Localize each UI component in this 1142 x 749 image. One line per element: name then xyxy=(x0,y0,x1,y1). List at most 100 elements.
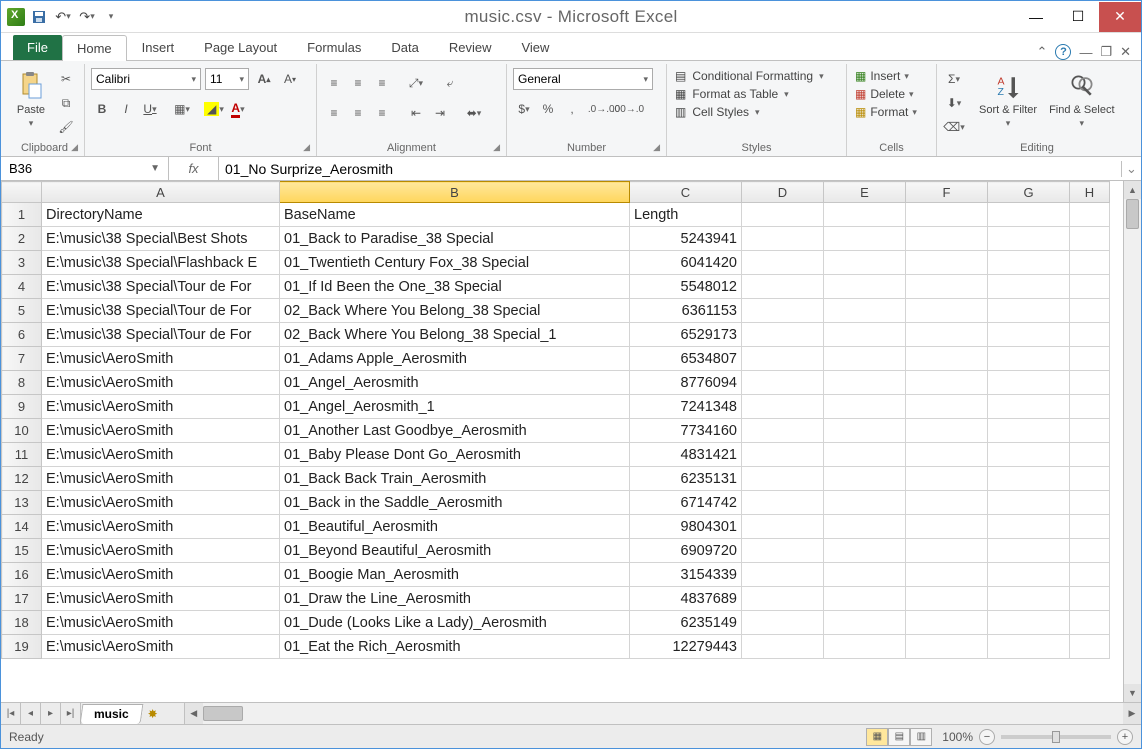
cell[interactable]: 01_Adams Apple_Aerosmith xyxy=(280,347,630,371)
cell[interactable] xyxy=(988,251,1070,275)
cell[interactable] xyxy=(742,251,824,275)
ribbon-tab-page-layout[interactable]: Page Layout xyxy=(189,34,292,60)
row-header[interactable]: 9 xyxy=(2,395,42,419)
close-button[interactable]: ✕ xyxy=(1099,2,1141,32)
cell[interactable] xyxy=(988,395,1070,419)
namebox-dropdown-icon[interactable]: ▼ xyxy=(150,163,160,174)
scroll-up-button[interactable]: ▲ xyxy=(1124,181,1141,199)
cell[interactable] xyxy=(906,515,988,539)
cell[interactable]: 4831421 xyxy=(630,443,742,467)
cell[interactable] xyxy=(824,419,906,443)
cell[interactable] xyxy=(1070,563,1110,587)
cell[interactable] xyxy=(988,347,1070,371)
align-top-button[interactable]: ≡ xyxy=(323,72,345,94)
ribbon-tab-review[interactable]: Review xyxy=(434,34,507,60)
row-header[interactable]: 17 xyxy=(2,587,42,611)
cell[interactable] xyxy=(742,299,824,323)
underline-button[interactable]: U ▾ xyxy=(139,98,161,120)
cell[interactable] xyxy=(824,371,906,395)
cell[interactable] xyxy=(988,419,1070,443)
cell[interactable]: 01_Draw the Line_Aerosmith xyxy=(280,587,630,611)
cell[interactable] xyxy=(906,347,988,371)
cell[interactable]: 8776094 xyxy=(630,371,742,395)
cell[interactable] xyxy=(742,395,824,419)
cell[interactable] xyxy=(742,419,824,443)
cell[interactable] xyxy=(1070,515,1110,539)
merge-center-button[interactable]: ⬌▾ xyxy=(463,102,485,124)
cell[interactable] xyxy=(906,323,988,347)
cell[interactable] xyxy=(1070,635,1110,659)
decrease-decimal-button[interactable]: .00→.0 xyxy=(617,98,639,120)
cell[interactable] xyxy=(988,371,1070,395)
cell[interactable] xyxy=(742,539,824,563)
qat-customize-button[interactable]: ▾ xyxy=(101,7,121,27)
cell[interactable] xyxy=(742,563,824,587)
vertical-scrollbar[interactable]: ▲ ▼ xyxy=(1123,181,1141,702)
format-painter-button[interactable]: 🖌 xyxy=(55,116,77,138)
row-header[interactable]: 14 xyxy=(2,515,42,539)
font-color-button[interactable]: A▾ xyxy=(227,98,249,120)
cell[interactable] xyxy=(742,347,824,371)
cell[interactable] xyxy=(824,275,906,299)
col-header-E[interactable]: E xyxy=(824,182,906,203)
cell[interactable] xyxy=(906,371,988,395)
cell[interactable] xyxy=(824,515,906,539)
orientation-button[interactable]: ⤢▾ xyxy=(405,72,427,94)
cell[interactable] xyxy=(742,515,824,539)
cell[interactable]: E:\music\AeroSmith xyxy=(42,587,280,611)
cell[interactable] xyxy=(824,395,906,419)
scroll-left-button[interactable]: ◀ xyxy=(185,703,203,724)
cell[interactable]: 9804301 xyxy=(630,515,742,539)
zoom-out-button[interactable]: − xyxy=(979,729,995,745)
cell[interactable]: 01_Back in the Saddle_Aerosmith xyxy=(280,491,630,515)
cell[interactable]: 01_If Id Been the One_38 Special xyxy=(280,275,630,299)
name-box[interactable]: B36▼ xyxy=(1,157,169,180)
cell[interactable] xyxy=(988,491,1070,515)
cell[interactable] xyxy=(988,467,1070,491)
cell[interactable]: E:\music\AeroSmith xyxy=(42,347,280,371)
italic-button[interactable]: I xyxy=(115,98,137,120)
cell[interactable] xyxy=(1070,323,1110,347)
cell[interactable] xyxy=(824,323,906,347)
new-sheet-button[interactable]: ✸ xyxy=(142,703,164,724)
cell[interactable] xyxy=(906,275,988,299)
cell[interactable] xyxy=(742,203,824,227)
cell[interactable] xyxy=(824,227,906,251)
font-name-select[interactable]: Calibri▾ xyxy=(91,68,201,90)
cell[interactable] xyxy=(906,635,988,659)
cell[interactable]: E:\music\AeroSmith xyxy=(42,395,280,419)
ribbon-tab-home[interactable]: Home xyxy=(62,35,127,61)
cell[interactable] xyxy=(1070,491,1110,515)
cell[interactable] xyxy=(906,419,988,443)
cell[interactable] xyxy=(988,635,1070,659)
file-tab[interactable]: File xyxy=(13,35,62,60)
accounting-format-button[interactable]: $▾ xyxy=(513,98,535,120)
cell[interactable] xyxy=(988,587,1070,611)
cell[interactable] xyxy=(906,563,988,587)
cell[interactable] xyxy=(742,371,824,395)
insert-cells-button[interactable]: ▦Insert ▾ xyxy=(853,68,919,84)
cell[interactable]: E:\music\38 Special\Flashback E xyxy=(42,251,280,275)
maximize-button[interactable]: ☐ xyxy=(1057,2,1099,32)
cell[interactable]: 01_Eat the Rich_Aerosmith xyxy=(280,635,630,659)
fill-color-button[interactable]: ◢▾ xyxy=(203,98,225,120)
cell[interactable]: E:\music\AeroSmith xyxy=(42,419,280,443)
hscroll-thumb[interactable] xyxy=(203,706,243,721)
redo-button[interactable]: ↷▾ xyxy=(77,7,97,27)
cell[interactable] xyxy=(1070,275,1110,299)
cell[interactable]: E:\music\AeroSmith xyxy=(42,443,280,467)
scroll-down-button[interactable]: ▼ xyxy=(1124,684,1141,702)
cell[interactable] xyxy=(906,251,988,275)
sheet-nav-prev[interactable]: ◂ xyxy=(21,703,41,724)
cell[interactable]: 01_Boogie Man_Aerosmith xyxy=(280,563,630,587)
save-button[interactable] xyxy=(29,7,49,27)
cell[interactable] xyxy=(988,323,1070,347)
cell[interactable] xyxy=(824,347,906,371)
row-header[interactable]: 13 xyxy=(2,491,42,515)
bold-button[interactable]: B xyxy=(91,98,113,120)
cell[interactable] xyxy=(742,323,824,347)
cell[interactable]: E:\music\AeroSmith xyxy=(42,635,280,659)
cell[interactable] xyxy=(906,491,988,515)
cell[interactable]: 01_Beyond Beautiful_Aerosmith xyxy=(280,539,630,563)
cell[interactable] xyxy=(988,299,1070,323)
